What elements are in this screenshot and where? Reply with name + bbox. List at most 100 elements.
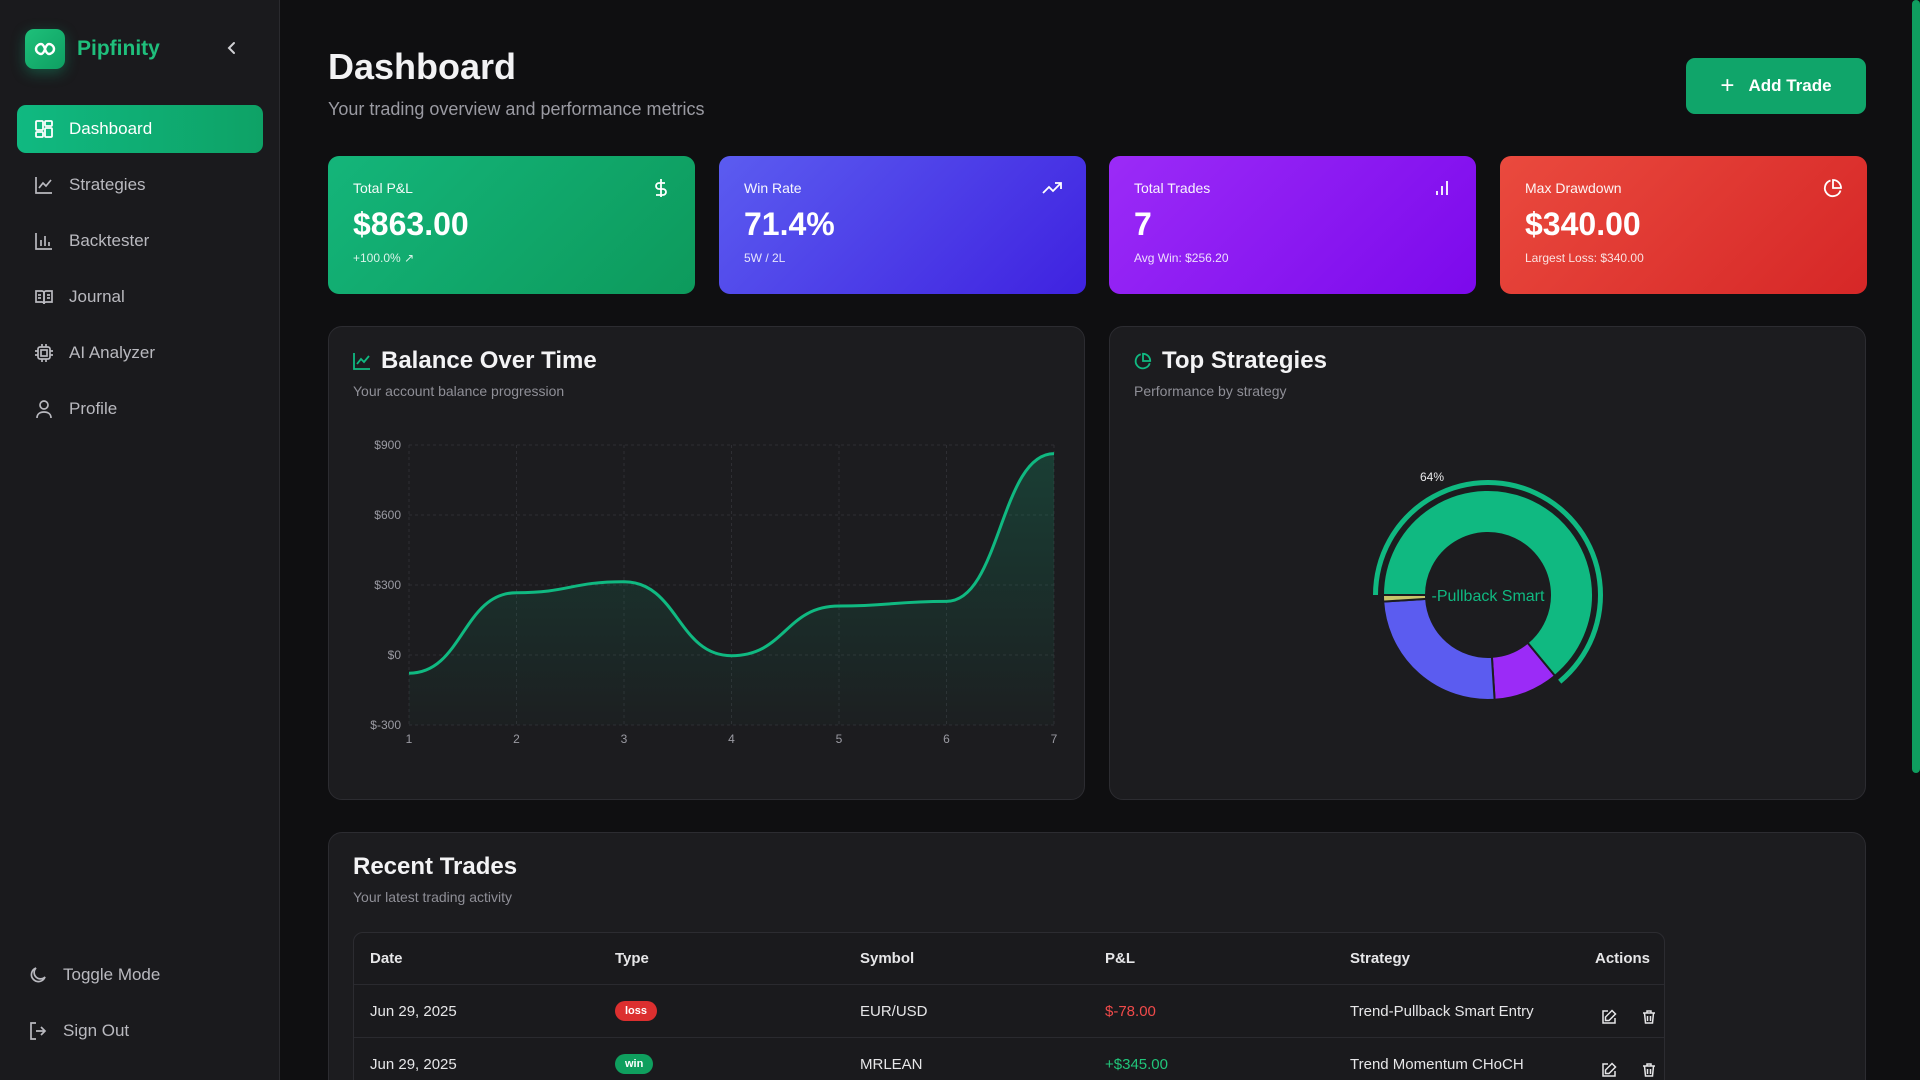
bar-chart-icon bbox=[1432, 178, 1452, 198]
sidebar-item-label: Profile bbox=[69, 399, 118, 418]
panel-subtitle: Your latest trading activity bbox=[353, 889, 513, 905]
trades-table: Date Type Symbol P&L Strategy Actions Ju… bbox=[353, 932, 1665, 1080]
moon-icon bbox=[27, 964, 49, 986]
donut-center-label: -Pullback Smart bbox=[1432, 588, 1545, 605]
cpu-icon bbox=[33, 342, 55, 364]
x-tick-label: 2 bbox=[513, 732, 520, 746]
stat-label: Win Rate bbox=[744, 180, 802, 196]
chevron-left-icon bbox=[227, 42, 235, 54]
scrollbar[interactable] bbox=[1912, 0, 1920, 773]
toggle-mode-button[interactable]: Toggle Mode bbox=[17, 951, 263, 999]
y-tick-label: $-300 bbox=[370, 718, 401, 732]
y-tick-label: $600 bbox=[374, 508, 401, 522]
line-chart-icon bbox=[33, 174, 55, 196]
recent-trades-panel: Recent Trades Your latest trading activi… bbox=[328, 832, 1866, 1080]
strategies-panel: Top Strategies Performance by strategy 6… bbox=[1109, 326, 1866, 800]
edit-icon[interactable] bbox=[1599, 1060, 1619, 1080]
cell-actions bbox=[1599, 1044, 1664, 1080]
sidebar-item-label: Strategies bbox=[69, 175, 146, 194]
stat-card-total-pnl: Total P&L $863.00 +100.0% ↗ bbox=[328, 156, 695, 294]
y-tick-label: $900 bbox=[374, 438, 401, 452]
column-header-pnl[interactable]: P&L bbox=[1105, 933, 1135, 984]
trash-icon[interactable] bbox=[1639, 1060, 1659, 1080]
stat-card-win-rate: Win Rate 71.4% 5W / 2L bbox=[719, 156, 1086, 294]
x-tick-label: 3 bbox=[621, 732, 628, 746]
x-tick-label: 5 bbox=[836, 732, 843, 746]
add-trade-label: Add Trade bbox=[1748, 76, 1832, 95]
x-tick-label: 6 bbox=[943, 732, 950, 746]
book-icon bbox=[33, 286, 55, 308]
stat-card-total-trades: Total Trades 7 Avg Win: $256.20 bbox=[1109, 156, 1476, 294]
user-icon bbox=[33, 398, 55, 420]
stat-sub: 5W / 2L bbox=[744, 251, 786, 265]
balance-panel: Balance Over Time Your account balance p… bbox=[328, 326, 1085, 800]
column-header-date[interactable]: Date bbox=[370, 933, 403, 984]
strategies-donut-chart: 64% -Pullback Smart bbox=[1373, 470, 1603, 701]
dollar-icon bbox=[651, 178, 671, 198]
sidebar-item-backtester[interactable]: Backtester bbox=[17, 217, 263, 265]
collapse-sidebar-button[interactable] bbox=[222, 38, 242, 58]
column-header-symbol[interactable]: Symbol bbox=[860, 933, 914, 984]
table-header-row: Date Type Symbol P&L Strategy Actions bbox=[354, 933, 1664, 985]
pie-icon bbox=[1823, 178, 1843, 198]
sidebar-item-label: AI Analyzer bbox=[69, 343, 155, 362]
donut-percent-label: 64% bbox=[1420, 470, 1444, 484]
cell-type: win bbox=[615, 1038, 654, 1080]
sidebar-item-label: Dashboard bbox=[69, 119, 153, 138]
stat-value: 71.4% bbox=[744, 206, 835, 242]
cell-symbol: MRLEAN bbox=[860, 1055, 923, 1073]
sidebar-item-strategies[interactable]: Strategies bbox=[17, 161, 263, 209]
page-title: Dashboard bbox=[328, 46, 517, 87]
trash-icon[interactable] bbox=[1639, 1007, 1659, 1027]
column-header-actions: Actions bbox=[1595, 950, 1651, 967]
logo-icon bbox=[25, 29, 65, 69]
stat-value: $863.00 bbox=[353, 206, 469, 242]
main-nav: Dashboard Strategies Backtester Journal … bbox=[17, 105, 263, 441]
cell-strategy: Trend Momentum CHoCH bbox=[1350, 1055, 1524, 1073]
sidebar-item-label: Journal bbox=[69, 287, 125, 306]
sidebar-item-journal[interactable]: Journal bbox=[17, 273, 263, 321]
cell-actions bbox=[1599, 991, 1664, 1043]
column-header-strategy[interactable]: Strategy bbox=[1350, 933, 1410, 984]
sidebar-item-dashboard[interactable]: Dashboard bbox=[17, 105, 263, 153]
column-header-type[interactable]: Type bbox=[615, 933, 649, 984]
plus-icon: + bbox=[1720, 72, 1735, 99]
cell-pnl: +$345.00 bbox=[1105, 1055, 1168, 1073]
sidebar: Pipfinity Dashboard Strategies Backteste… bbox=[0, 0, 280, 1080]
donut-slice bbox=[1382, 597, 1496, 701]
sign-out-icon bbox=[27, 1020, 49, 1042]
cell-pnl: $-78.00 bbox=[1105, 1002, 1156, 1020]
sign-out-button[interactable]: Sign Out bbox=[17, 1007, 263, 1055]
brand[interactable]: Pipfinity bbox=[25, 29, 160, 69]
add-trade-button[interactable]: + Add Trade bbox=[1686, 58, 1866, 114]
page-subtitle: Your trading overview and performance me… bbox=[328, 99, 705, 119]
stat-sub-text: +100.0% bbox=[353, 251, 401, 265]
stat-value: 7 bbox=[1134, 206, 1152, 242]
dashboard-icon bbox=[33, 118, 55, 140]
sidebar-item-ai-analyzer[interactable]: AI Analyzer bbox=[17, 329, 263, 377]
edit-icon[interactable] bbox=[1599, 1007, 1619, 1027]
cell-strategy: Trend-Pullback Smart Entry bbox=[1350, 1002, 1534, 1020]
trending-up-icon bbox=[1042, 178, 1062, 198]
table-row: Jun 29, 2025 win MRLEAN +$345.00 Trend M… bbox=[354, 1038, 1664, 1080]
stat-label: Max Drawdown bbox=[1525, 180, 1622, 196]
x-tick-label: 1 bbox=[406, 732, 413, 746]
y-tick-label: $300 bbox=[374, 578, 401, 592]
toggle-mode-label: Toggle Mode bbox=[63, 965, 161, 984]
stat-sub: Avg Win: $256.20 bbox=[1134, 251, 1229, 265]
brand-name: Pipfinity bbox=[77, 37, 160, 60]
y-tick-label: $0 bbox=[388, 648, 402, 662]
sidebar-item-label: Backtester bbox=[69, 231, 150, 250]
sidebar-item-profile[interactable]: Profile bbox=[17, 385, 263, 433]
stat-label: Total Trades bbox=[1134, 180, 1211, 196]
stat-sub: Largest Loss: $340.00 bbox=[1525, 251, 1644, 265]
cell-type: loss bbox=[615, 985, 658, 1037]
recent-trades-title: Recent Trades bbox=[353, 853, 518, 880]
status-badge: loss bbox=[615, 1001, 658, 1021]
stat-label: Total P&L bbox=[353, 180, 413, 196]
table-row: Jun 29, 2025 loss EUR/USD $-78.00 Trend-… bbox=[354, 985, 1664, 1038]
bottom-nav: Toggle Mode Sign Out bbox=[17, 951, 263, 1063]
panel-title: Recent Trades bbox=[353, 853, 517, 881]
status-badge: win bbox=[615, 1054, 654, 1074]
x-tick-label: 4 bbox=[728, 732, 735, 746]
